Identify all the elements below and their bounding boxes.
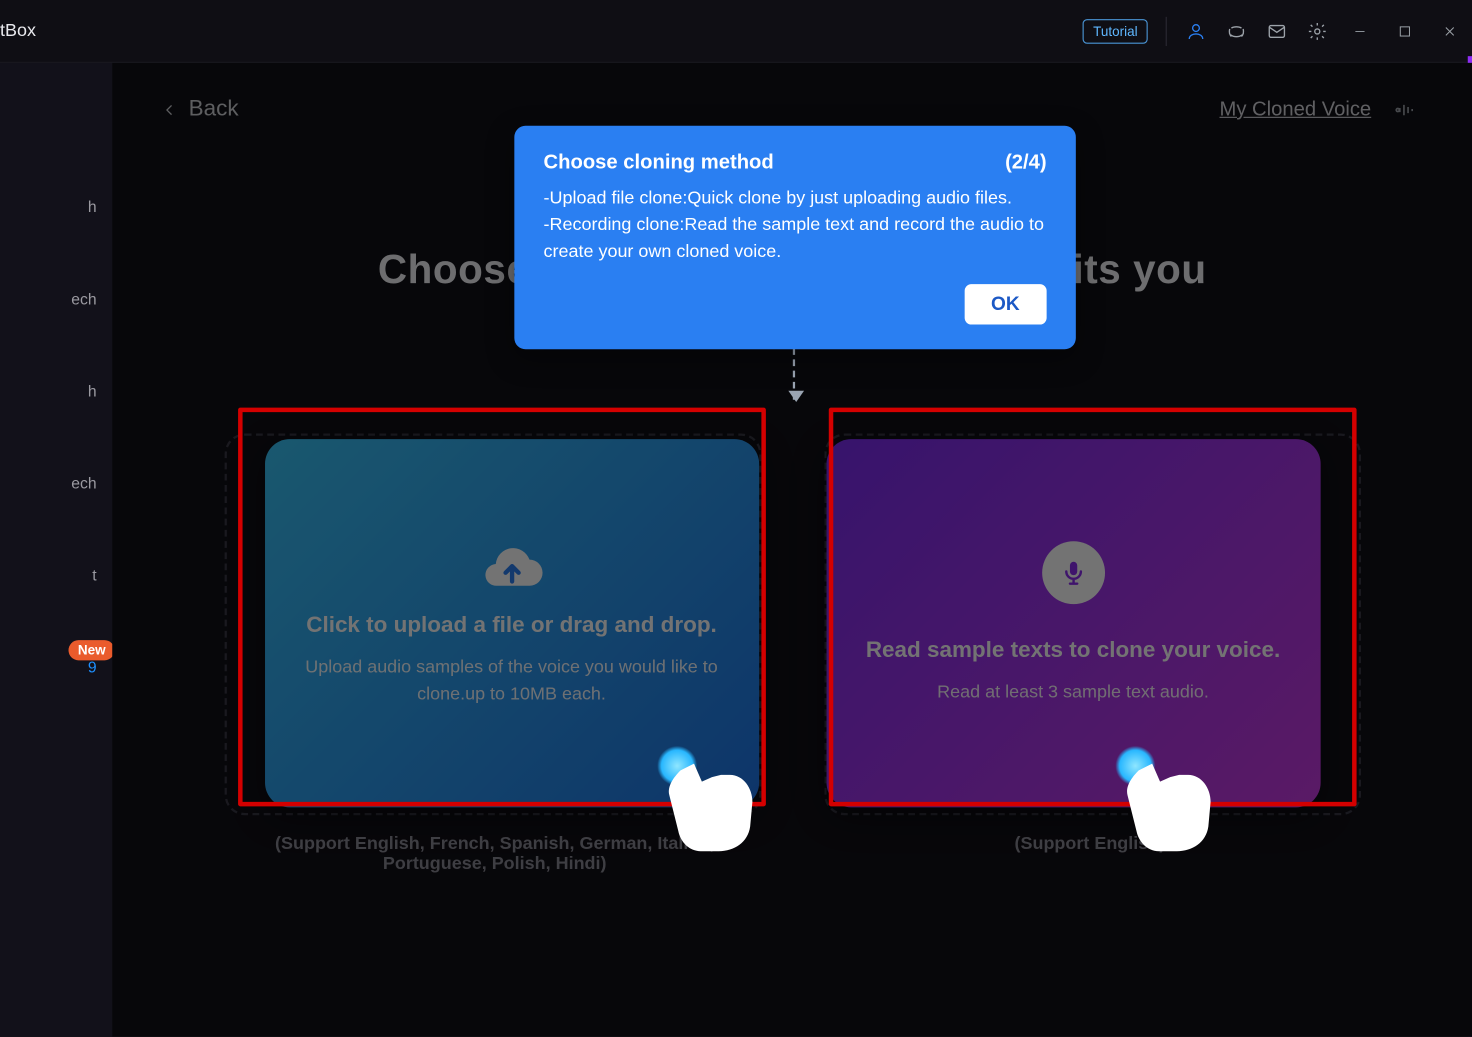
user-icon[interactable]: [1185, 20, 1207, 42]
app-title: tBox: [0, 21, 36, 41]
window-maximize-icon[interactable]: [1391, 17, 1418, 44]
tooltip-connector: [793, 348, 795, 400]
highlight-upload: [238, 408, 766, 807]
nav-item[interactable]: t: [0, 555, 112, 595]
mail-icon[interactable]: [1266, 20, 1288, 42]
tutorial-tooltip: Choose cloning method (2/4) -Upload file…: [514, 126, 1076, 349]
window-minimize-icon[interactable]: [1346, 17, 1373, 44]
tooltip-line1: -Upload file clone:Quick clone by just u…: [544, 185, 1047, 212]
nav-item[interactable]: ech: [0, 279, 112, 319]
gear-icon[interactable]: [1306, 20, 1328, 42]
nav-item[interactable]: ech: [0, 463, 112, 503]
side-nav: h ech h ech t 9: [0, 63, 112, 1037]
nav-item[interactable]: h: [0, 186, 112, 226]
tooltip-title: Choose cloning method: [544, 150, 774, 174]
tooltip-step: (2/4): [1005, 150, 1047, 174]
window-close-icon[interactable]: [1436, 17, 1463, 44]
highlight-record: [829, 408, 1357, 807]
tooltip-line2: -Recording clone:Read the sample text an…: [544, 212, 1047, 266]
title-bar: tBox Tutorial: [0, 0, 1472, 63]
tooltip-ok-button[interactable]: OK: [964, 284, 1047, 324]
nav-item-active[interactable]: 9: [0, 647, 112, 687]
nav-item[interactable]: h: [0, 371, 112, 411]
divider: [1166, 16, 1167, 45]
tutorial-button[interactable]: Tutorial: [1083, 19, 1148, 44]
discord-icon[interactable]: [1225, 20, 1247, 42]
